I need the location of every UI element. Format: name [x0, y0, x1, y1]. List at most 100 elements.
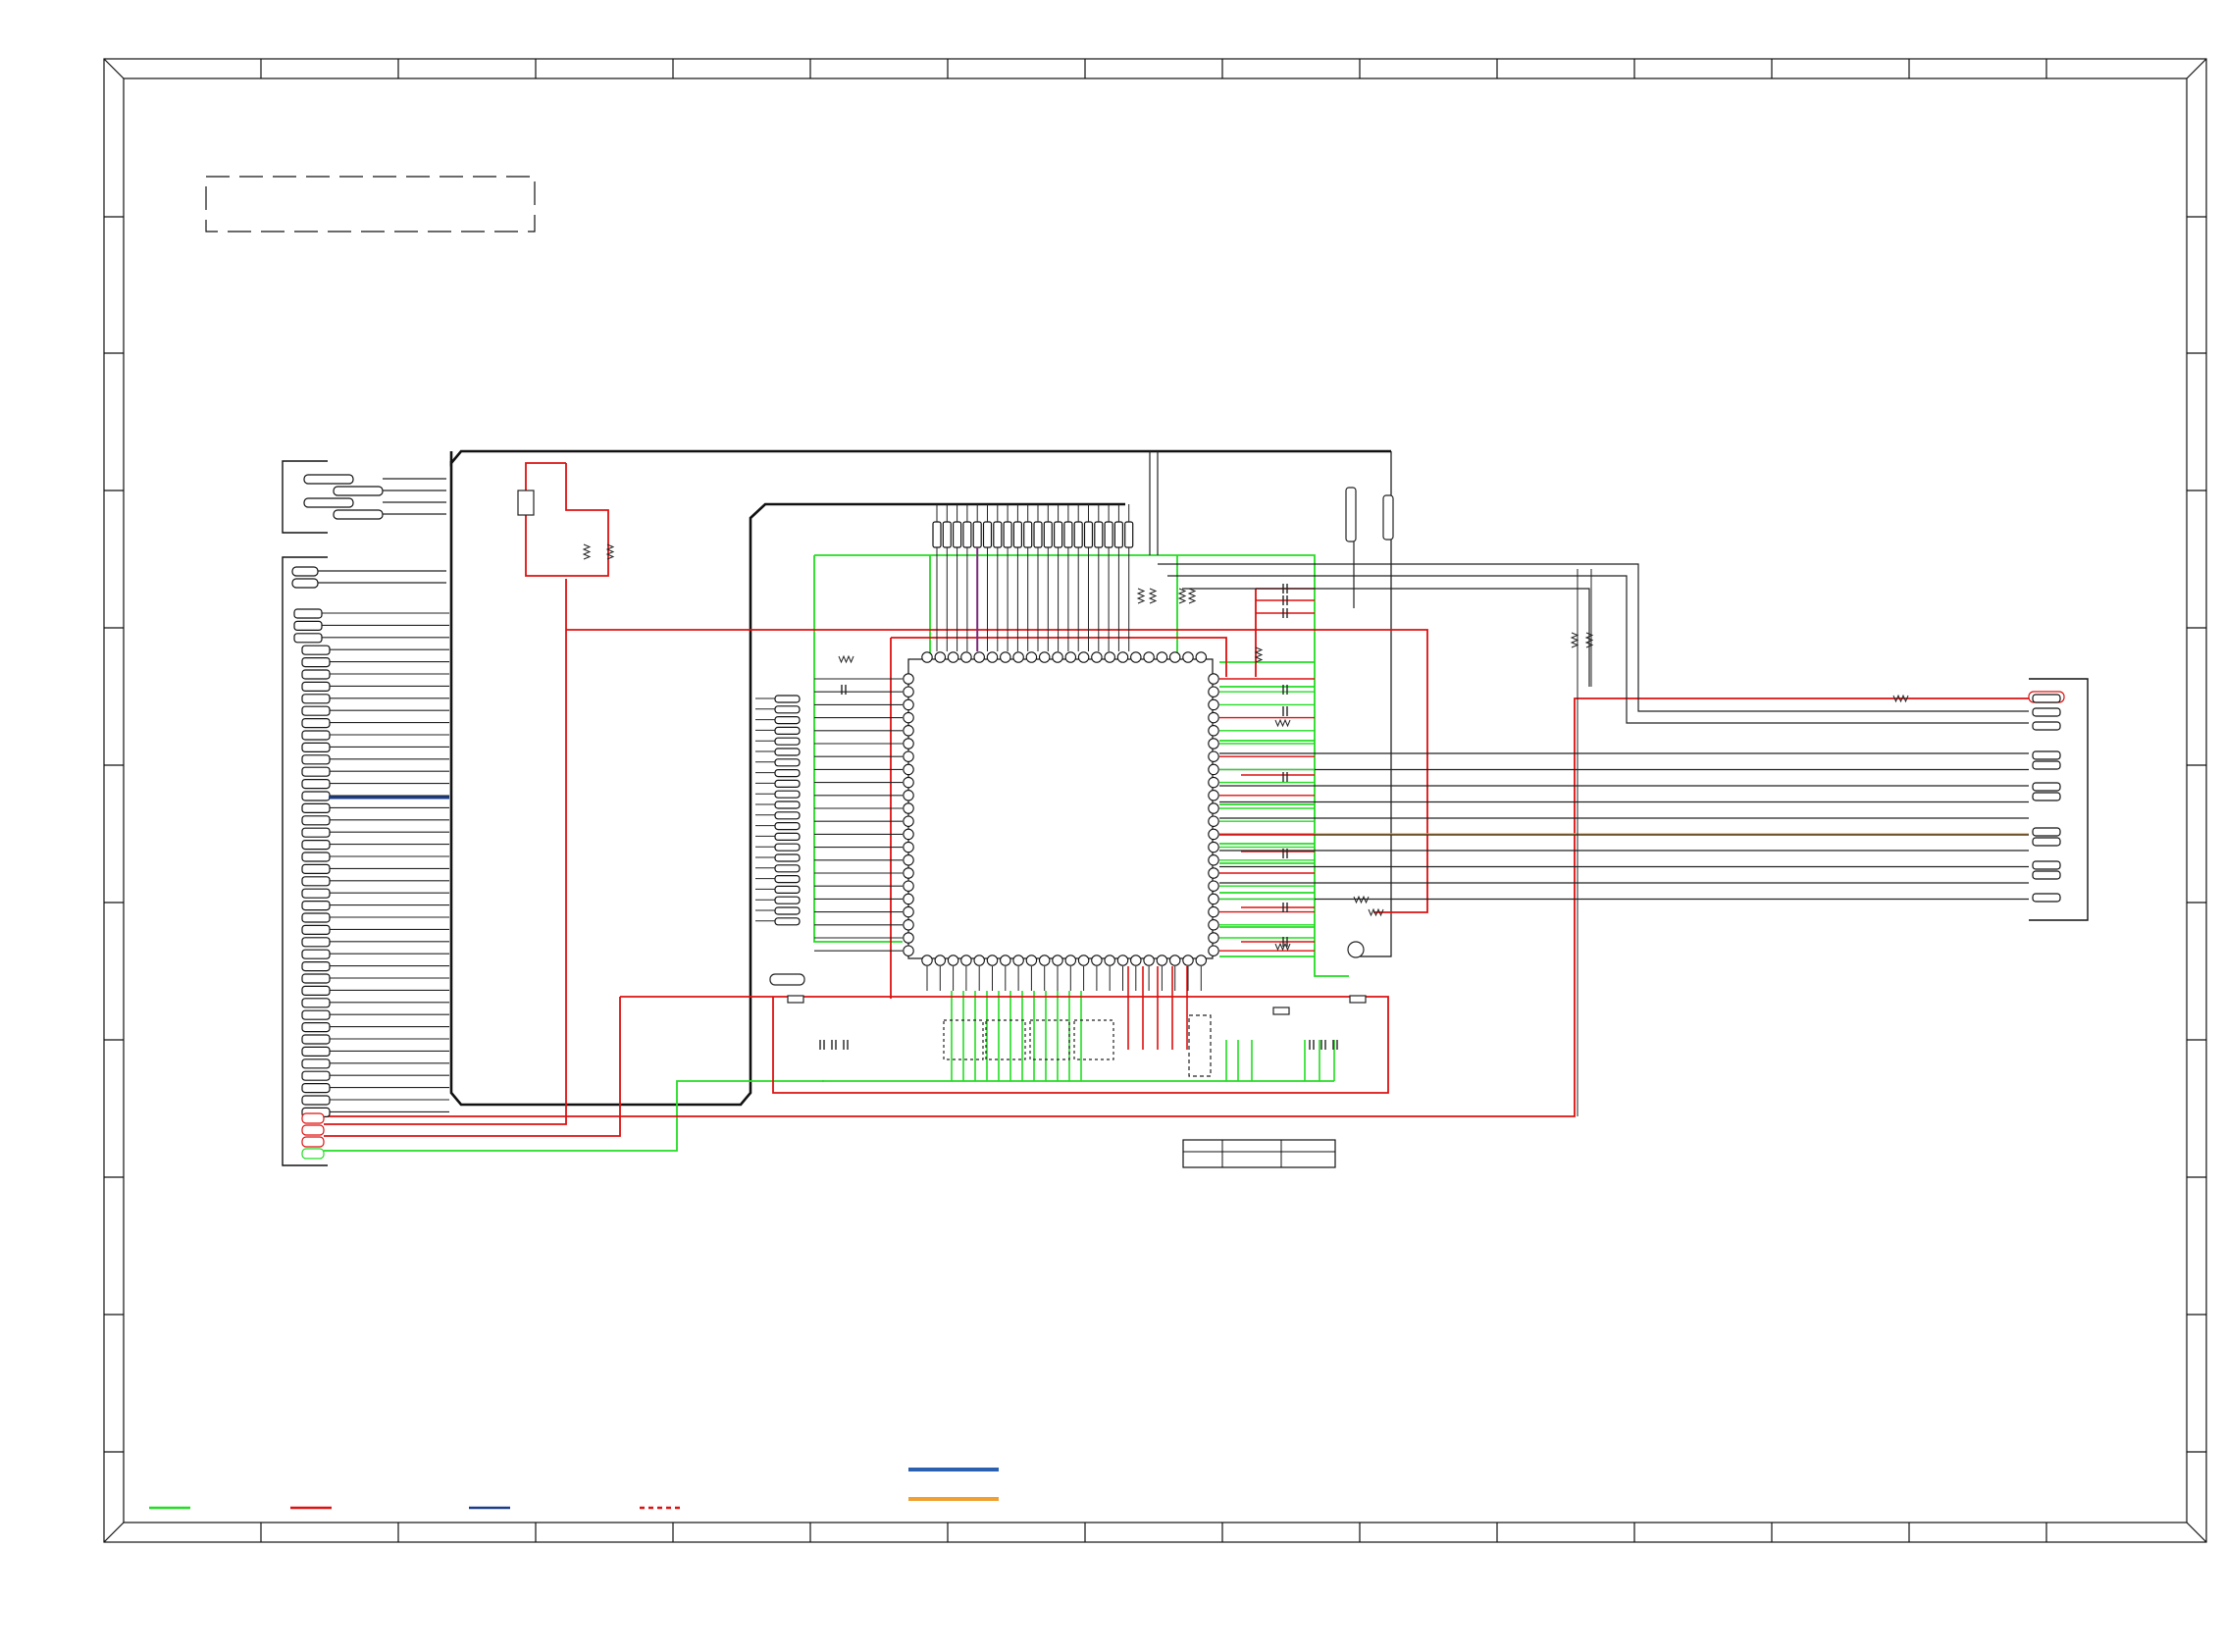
- resistor-vertical: [1345, 487, 1357, 542]
- connector-pin: [301, 802, 331, 814]
- ic-pin-bottom: [1064, 955, 1077, 966]
- connector-pin: [301, 669, 331, 680]
- ic-pin-top: [1156, 651, 1168, 663]
- connector-pin: [301, 1021, 331, 1033]
- ic-pin-right: [1208, 945, 1219, 956]
- ic-pin-top: [1116, 651, 1129, 663]
- ic-pin-left: [903, 686, 914, 697]
- ic-pin-bottom: [960, 955, 972, 966]
- connector-pin: [301, 1009, 331, 1020]
- ic-pin-top: [1064, 651, 1077, 663]
- right-connector-pin: [2032, 792, 2061, 801]
- ic-pin-top: [934, 651, 947, 663]
- signal-nets: [1149, 451, 2029, 1116]
- ic-pin-right: [1208, 763, 1219, 776]
- resistor-array-element: [962, 521, 972, 548]
- ground-loop-left: [813, 555, 903, 943]
- connector-pin: [291, 566, 319, 577]
- side-connector-pin: [774, 811, 801, 820]
- resistor-array-element: [1083, 521, 1094, 548]
- resistor: [1570, 632, 1579, 648]
- ic-pin-left: [903, 828, 914, 841]
- connector-pin: [301, 973, 331, 984]
- ic-pin-bottom: [973, 955, 985, 966]
- ic-pin-bottom: [1182, 955, 1194, 966]
- ic-pin-left: [903, 854, 914, 866]
- resistor-vertical: [1382, 494, 1394, 541]
- resistor-array-element: [1003, 521, 1012, 548]
- ic-pin-right: [1208, 905, 1219, 918]
- connector-pin: [301, 717, 331, 729]
- ic-pin-bottom: [1012, 955, 1024, 966]
- resistor-network-box: [985, 1019, 1026, 1060]
- resistor-array-element: [972, 521, 982, 548]
- ic-pin-left: [903, 867, 914, 879]
- connector-pin: [333, 486, 384, 496]
- ic-pin-top: [1091, 651, 1103, 663]
- connector-pin: [301, 681, 331, 693]
- ic-pin-left: [903, 673, 914, 685]
- ic-pin-right: [1208, 828, 1219, 841]
- connector-pin: [301, 852, 331, 862]
- resistor-pack: [1272, 1007, 1290, 1015]
- side-connector-pin: [774, 843, 801, 852]
- dashed-title-box: [205, 176, 536, 232]
- connector-pin: [303, 497, 354, 508]
- resistor-array-element: [1124, 521, 1134, 548]
- connector-pin: [301, 1070, 331, 1081]
- ic-pin-bottom: [1077, 955, 1090, 966]
- resistor: [1274, 718, 1291, 728]
- ic-pin-top: [1077, 651, 1090, 663]
- connector-pin: [301, 960, 331, 972]
- ic-pin-top: [947, 651, 959, 663]
- side-connector-pin: [774, 821, 801, 831]
- right-connector-pin: [2032, 870, 2061, 880]
- side-connector-pin: [774, 896, 801, 904]
- connector-pin: [293, 633, 323, 644]
- upper-connector-housing: [282, 460, 328, 534]
- resistor-array-element: [982, 521, 993, 548]
- right-connector-pin: [2032, 860, 2061, 870]
- ic-pin-bottom: [1156, 955, 1168, 966]
- right-connector-pin: [2032, 837, 2061, 847]
- resistor-array-element: [1053, 521, 1063, 548]
- ic-pin-bottom: [1052, 955, 1063, 966]
- connector-pin: [301, 949, 331, 959]
- signal-out: [1182, 588, 1590, 687]
- ic-pin-right: [1208, 919, 1219, 931]
- connector-pin: [301, 1082, 331, 1094]
- ic-pin-top: [1025, 651, 1038, 663]
- right-connector-pin: [2032, 721, 2061, 731]
- ic-pin-bottom: [1130, 955, 1142, 966]
- resistor-array-element: [952, 521, 962, 548]
- resistor: [1136, 588, 1146, 604]
- ic-pin-left: [903, 750, 914, 762]
- side-connector-pin: [774, 832, 801, 842]
- connector-pin: [301, 656, 331, 668]
- connector-pin: [301, 839, 331, 851]
- ic-pin-right: [1208, 867, 1219, 879]
- side-connector-pin: [774, 705, 801, 714]
- frame-corner: [103, 58, 125, 79]
- right-connector-pin: [2032, 707, 2061, 717]
- side-connector-pin: [774, 695, 801, 703]
- ic-pin-right: [1208, 738, 1219, 749]
- resistor: [1148, 588, 1158, 604]
- ic-pin-top: [973, 651, 985, 663]
- ic-pin-right: [1208, 790, 1219, 801]
- ic-pin-top: [1104, 651, 1115, 663]
- ic-pin-right: [1208, 725, 1219, 737]
- resistor-network-box: [1073, 1019, 1114, 1060]
- ic-pin-right: [1208, 711, 1219, 724]
- ic-pin-right: [1208, 854, 1219, 866]
- ic-pin-bottom: [1116, 955, 1129, 966]
- connector-pin: [301, 1046, 331, 1058]
- ic-pin-bottom: [1143, 955, 1155, 966]
- ic-pin-right: [1208, 932, 1219, 944]
- side-connector-pin: [774, 885, 801, 895]
- ic-pin-left: [903, 932, 914, 944]
- power-feed-1: [324, 579, 567, 1125]
- frame-corner: [2186, 1522, 2207, 1543]
- signal-out: [1158, 563, 2029, 712]
- ic-pin-left: [903, 763, 914, 776]
